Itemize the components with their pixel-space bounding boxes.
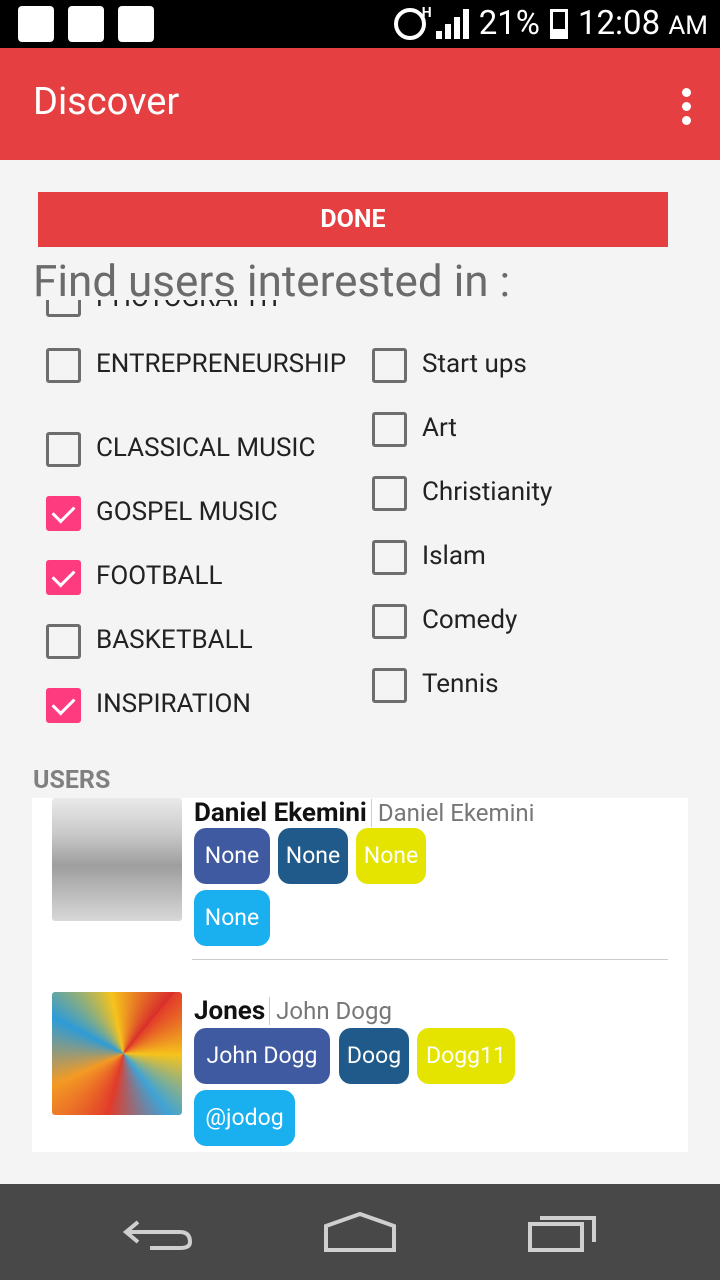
user-name: Daniel Ekemini Daniel Ekemini <box>194 798 535 828</box>
interest-chip[interactable]: Dogg11 <box>417 1028 515 1084</box>
clock-ampm: AM <box>668 11 708 41</box>
interest-label: FOOTBALL <box>96 561 223 591</box>
back-icon[interactable] <box>120 1208 200 1256</box>
interest-checkbox[interactable]: Islam <box>372 540 682 575</box>
interest-checkbox[interactable]: Tennis <box>372 668 682 703</box>
checkbox-unchecked-icon[interactable] <box>372 412 407 447</box>
interest-label: ENTREPRENEURSHIP <box>96 349 347 379</box>
battery-icon <box>549 8 568 39</box>
interest-checkbox[interactable]: FOOTBALL <box>46 560 356 595</box>
status-bar: H 21% 12:08 AM <box>0 0 720 48</box>
battery-percent: 21% <box>478 4 540 43</box>
interest-checkbox[interactable]: CLASSICAL MUSIC <box>46 432 356 467</box>
interest-label: BASKETBALL <box>96 625 253 655</box>
interest-checkbox[interactable]: Start ups <box>372 348 682 383</box>
interest-checklist[interactable]: PHOTOGRAPHY ENTREPRENEURSHIP CLASSICAL MUS… <box>0 300 720 740</box>
signal-icon: H <box>422 5 469 39</box>
interest-label: Comedy <box>422 605 518 635</box>
app-bar: Discover <box>0 48 720 160</box>
checkbox-unchecked-icon[interactable] <box>46 300 81 317</box>
interest-label: Art <box>422 413 457 443</box>
checkbox-unchecked-icon[interactable] <box>372 348 407 383</box>
image-notification-icon <box>18 6 54 42</box>
divider <box>192 959 668 960</box>
avatar[interactable] <box>52 798 182 921</box>
checkbox-unchecked-icon[interactable] <box>46 348 81 383</box>
interest-checkbox[interactable]: INSPIRATION <box>46 688 356 723</box>
navigation-bar <box>0 1184 720 1280</box>
interest-checkbox[interactable]: ENTREPRENEURSHIP <box>46 348 356 383</box>
done-button[interactable]: DONE <box>38 192 668 247</box>
clock-time: 12:08 <box>577 4 661 43</box>
interest-label: INSPIRATION <box>96 689 251 719</box>
checkbox-checked-icon[interactable] <box>46 496 81 531</box>
network-type: H <box>421 4 432 21</box>
user-display-name: Daniel Ekemini <box>194 798 367 828</box>
interest-label: PHOTOGRAPHY <box>96 300 356 314</box>
interest-checkbox[interactable]: BASKETBALL <box>46 624 356 659</box>
checkbox-checked-icon[interactable] <box>46 688 81 723</box>
overflow-menu-icon[interactable] <box>682 88 692 125</box>
recent-apps-icon[interactable] <box>524 1208 604 1256</box>
interest-chip[interactable]: None <box>194 890 270 946</box>
checkbox-checked-icon[interactable] <box>46 560 81 595</box>
checkbox-unchecked-icon[interactable] <box>372 540 407 575</box>
checkbox-unchecked-icon[interactable] <box>46 624 81 659</box>
users-list[interactable]: Daniel Ekemini Daniel Ekemini None None Non… <box>32 798 688 1152</box>
interest-checkbox[interactable]: Comedy <box>372 604 682 639</box>
interest-checkbox[interactable]: GOSPEL MUSIC <box>46 496 356 531</box>
interest-label: CLASSICAL MUSIC <box>96 433 316 463</box>
app-notification-icon <box>68 6 104 42</box>
user-name: Jones John Dogg <box>194 996 392 1026</box>
checkbox-unchecked-icon[interactable] <box>46 432 81 467</box>
home-icon[interactable] <box>320 1208 400 1256</box>
interest-checkbox[interactable]: Art <box>372 412 682 447</box>
interest-label: Christianity <box>422 477 553 507</box>
checkbox-unchecked-icon[interactable] <box>372 668 407 703</box>
clock: 12:08 AM <box>578 4 708 43</box>
checkbox-unchecked-icon[interactable] <box>372 604 407 639</box>
wifi-icon <box>118 6 154 42</box>
interest-label: GOSPEL MUSIC <box>96 497 278 527</box>
user-handle: John Dogg <box>269 997 392 1025</box>
interest-checkbox[interactable]: PHOTOGRAPHY <box>46 300 356 317</box>
interest-chip[interactable]: John Dogg <box>194 1028 330 1084</box>
interest-chip[interactable]: Doog <box>339 1028 409 1084</box>
interest-chip[interactable]: None <box>278 828 348 884</box>
app-title: Discover <box>33 80 180 124</box>
interest-label: Start ups <box>422 349 527 379</box>
users-section-label: USERS <box>33 766 111 795</box>
user-handle: Daniel Ekemini <box>370 799 535 827</box>
interest-checkbox[interactable]: Christianity <box>372 476 682 511</box>
interest-chip[interactable]: None <box>356 828 426 884</box>
checkbox-unchecked-icon[interactable] <box>372 476 407 511</box>
interest-chip[interactable]: @jodog <box>194 1090 295 1146</box>
interest-label: Tennis <box>422 669 499 699</box>
avatar[interactable] <box>52 992 182 1115</box>
interest-chip[interactable]: None <box>194 828 270 884</box>
user-display-name: Jones <box>194 996 266 1026</box>
interest-label: Islam <box>422 541 486 571</box>
